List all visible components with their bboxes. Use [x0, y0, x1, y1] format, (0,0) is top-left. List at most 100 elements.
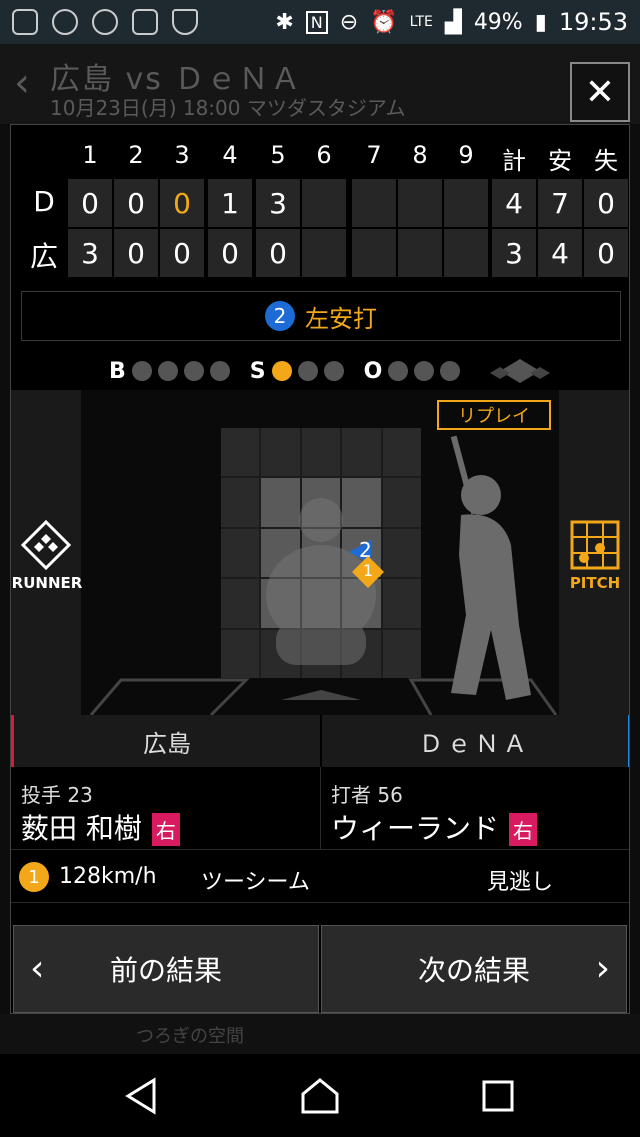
scoreboard-column-header: 3	[174, 141, 190, 169]
scoreboard-inning-cell: 3	[68, 229, 112, 277]
strikes-label: S	[249, 358, 266, 384]
zone-cell	[261, 428, 300, 477]
play-result-text: 左安打	[305, 304, 377, 333]
status-right: ✱ N ⊖ ⏰ LTE ▟ 49% ▮ 19:53	[275, 8, 628, 36]
ball-dot	[131, 361, 152, 381]
zone-cell	[382, 428, 421, 477]
batter-name: ウィーランド	[331, 812, 500, 845]
next-result-button[interactable]: 次の結果 ›	[321, 925, 627, 1013]
batter-name-row: ウィーランド右	[331, 807, 538, 847]
pitcher-label: 投手 23	[21, 783, 93, 807]
scoreboard-inning-cell: 1	[208, 179, 252, 227]
prev-result-label: 前の結果	[109, 954, 222, 987]
ball-dot	[209, 361, 230, 381]
scoreboard-column-header: 7	[366, 141, 382, 169]
ball-count: B S O	[109, 357, 560, 385]
scoreboard-total-cell: 4	[492, 179, 536, 227]
pitch-marker[interactable]: 1	[351, 555, 385, 589]
scoreboard-inning-cell	[444, 229, 488, 277]
scoreboard-inning-cell	[444, 179, 488, 227]
scoreboard-team-label: D	[33, 185, 55, 218]
scoreboard-total-cell: 7	[538, 179, 582, 227]
pitch-number-badge: 1	[19, 862, 49, 892]
scoreboard-inning-cell: 0	[114, 229, 158, 277]
image-icon	[132, 9, 158, 35]
scoreboard-inning-cell	[302, 229, 346, 277]
battery-icon: ▮	[534, 9, 547, 35]
pitch-detail-row[interactable]: 1 128km/h ツーシーム 見逃し	[11, 849, 629, 903]
info-divider	[320, 767, 321, 849]
out-dot	[388, 361, 409, 381]
strike-dot	[323, 361, 344, 381]
shield-icon	[172, 9, 198, 35]
chat-icon	[12, 9, 38, 35]
pitcher-hand-badge: 右	[151, 813, 180, 846]
replay-button[interactable]: リプレイ	[437, 400, 551, 430]
scoreboard-column-header: 1	[82, 141, 98, 169]
pitch-chart-icon	[570, 520, 620, 570]
batter-silhouette	[450, 435, 531, 700]
pitch-type: ツーシーム	[201, 870, 310, 895]
zone-cell	[342, 428, 381, 477]
scoreboard-inning-cell	[302, 179, 346, 227]
nfc-icon: N	[305, 10, 328, 34]
scoreboard-total-cell: 0	[584, 179, 628, 227]
away-team-header: ＤｅＮＡ	[322, 715, 629, 767]
scoreboard-inning-cell	[398, 179, 442, 227]
pitch-panel[interactable]: PITCH	[559, 390, 629, 715]
wifi-calling-icon	[52, 9, 78, 35]
scoreboard-total-cell: 4	[538, 229, 582, 277]
balls-label: B	[109, 358, 126, 384]
batter-label: 打者 56	[331, 783, 403, 807]
play-detail-modal: 123456789計安失D00013470広30000340 2 左安打 B S…	[10, 124, 630, 1014]
close-icon: ✕	[584, 71, 616, 113]
balls-dots	[131, 361, 230, 381]
pitch-label: PITCH	[569, 574, 621, 592]
scoreboard-total-cell: 0	[584, 229, 628, 277]
dnd-icon: ⊖	[339, 9, 359, 35]
signal-icon: ▟	[444, 9, 462, 35]
back-icon[interactable]: ‹	[14, 60, 30, 106]
outs-label: O	[363, 358, 383, 384]
background-text: つろぎの空間	[136, 1026, 244, 1047]
scoreboard-column-header: 6	[316, 141, 332, 169]
scoreboard-inning-cell	[398, 229, 442, 277]
pitcher-name: 薮田 和樹	[21, 812, 142, 845]
home-nav-icon[interactable]	[300, 1076, 340, 1116]
scoreboard-column-header: 失	[594, 147, 618, 175]
prev-result-button[interactable]: ‹ 前の結果	[13, 925, 319, 1013]
back-nav-icon[interactable]	[122, 1076, 162, 1116]
scoreboard-column-header: 5	[270, 141, 286, 169]
game-subtitle: 10月23日(月) 18:00 マツダスタジアム	[50, 96, 406, 120]
scoreboard-inning-cell: 0	[160, 179, 204, 227]
scoreboard-inning-cell: 0	[208, 229, 252, 277]
pitch-speed: 128km/h	[59, 864, 157, 889]
baseball-icon	[92, 9, 118, 35]
strikes-dots	[271, 361, 344, 381]
scoreboard-column-header: 計	[502, 147, 526, 175]
close-button[interactable]: ✕	[570, 62, 630, 122]
background-content: つろぎの空間	[0, 1014, 640, 1054]
scoreboard-column-header: 2	[128, 141, 144, 169]
out-dot	[414, 361, 435, 381]
notification-icons	[12, 9, 198, 35]
scoreboard-column-header: 8	[412, 141, 428, 169]
scoreboard-inning-cell: 3	[256, 179, 300, 227]
status-bar: ✱ N ⊖ ⏰ LTE ▟ 49% ▮ 19:53	[0, 0, 640, 44]
battery-percent: 49%	[473, 9, 523, 35]
scoreboard-inning-cell	[352, 179, 396, 227]
pitcher-name-row: 薮田 和樹右	[21, 807, 180, 847]
next-result-label: 次の結果	[417, 954, 530, 987]
clock: 19:53	[558, 8, 628, 36]
play-number-badge: 2	[265, 301, 295, 331]
system-nav-bar	[0, 1054, 640, 1137]
strike-dot	[297, 361, 318, 381]
recents-nav-icon[interactable]	[478, 1076, 518, 1116]
outs-dots	[388, 361, 461, 381]
ball-dot	[183, 361, 204, 381]
alarm-icon: ⏰	[370, 9, 398, 35]
chevron-left-icon: ‹	[30, 948, 45, 989]
scoreboard-team-label: 広	[29, 240, 58, 273]
pitch-marker-label: 1	[363, 561, 374, 580]
scoreboard-column-header: 安	[548, 147, 572, 175]
